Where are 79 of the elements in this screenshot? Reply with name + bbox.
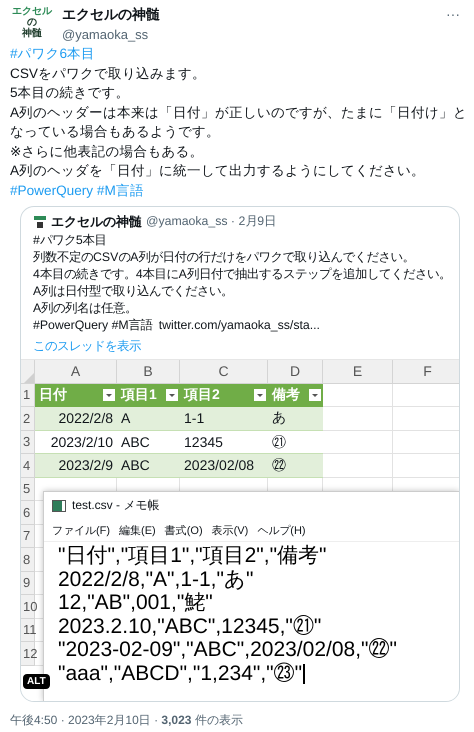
row-header[interactable]: 5 xyxy=(21,478,35,501)
text-line: "2023-02-09","ABC",2023/02/08,"㉒" xyxy=(58,638,397,662)
avatar-icon xyxy=(33,214,47,228)
filter-dropdown-icon[interactable] xyxy=(309,389,321,402)
column-header[interactable]: E xyxy=(323,360,393,384)
filter-dropdown-icon[interactable] xyxy=(103,389,115,402)
alt-badge[interactable]: ALT xyxy=(23,674,50,689)
quoted-text: #パワク5本目 xyxy=(33,233,107,247)
row-header[interactable]: 3 xyxy=(21,430,35,454)
row-header[interactable]: 9 xyxy=(21,572,35,595)
column-header[interactable]: F xyxy=(393,360,459,384)
menu-item[interactable]: 書式(O) xyxy=(164,522,203,538)
row-header[interactable]: 1 xyxy=(21,384,35,407)
quoted-tweet-card[interactable] xyxy=(20,206,460,702)
row-header[interactable]: 10 xyxy=(21,595,35,618)
row-header[interactable]: 11 xyxy=(21,618,35,642)
menu-item[interactable]: 表示(V) xyxy=(212,522,248,538)
tweet-text: 5本目の続きです。 xyxy=(10,85,130,100)
sheet-cell xyxy=(323,430,393,454)
column-header[interactable]: A xyxy=(35,360,117,384)
tweet-meta: 午後4:50 · 2023年2月10日 · 3,023 件の表示 xyxy=(10,713,243,727)
table-cell: ABC xyxy=(117,454,180,478)
quoted-text: 4本目の続きです。4本目にA列日付で抽出するステップを追加してください。 xyxy=(33,267,451,281)
text-line: 12,"AB",001,"鮱" xyxy=(58,591,213,615)
row-header[interactable]: 2 xyxy=(21,407,35,430)
table-cell: ㉑ xyxy=(268,430,323,454)
quoted-text: A列は日付型で取り込んでください。 xyxy=(33,284,234,298)
link[interactable]: twitter.com/yamaoka_ss/sta... xyxy=(158,318,320,332)
author-name[interactable]: エクセルの神髄 xyxy=(62,6,160,24)
author-handle: @yamaoka_ss · 2月9日 xyxy=(146,213,276,230)
tweet-text: A列のヘッダーは本来は「日付」が正しいのですが、たまに「日付け」と xyxy=(10,104,468,120)
more-button[interactable]: ··· xyxy=(446,6,460,22)
table-cell: 12345 xyxy=(180,430,268,454)
tweet-text: CSVをパワクで取り込みます。 xyxy=(10,66,206,80)
menu-item[interactable]: ヘルプ(H) xyxy=(257,522,306,538)
table-cell: ABC xyxy=(117,430,180,454)
table-header-cell: 備考 xyxy=(268,384,323,407)
table-header-cell: 項目2 xyxy=(180,384,268,407)
avatar-logo[interactable]: エクセル の 神髄 xyxy=(10,6,54,39)
author-handle: @yamaoka_ss xyxy=(62,27,150,42)
menu-item[interactable]: ファイル(F) xyxy=(52,522,110,538)
row-header[interactable]: 8 xyxy=(21,548,35,572)
row-header[interactable]: 12 xyxy=(21,642,35,666)
text-line: 2022/2/8,"A",1-1,"あ" xyxy=(58,568,254,592)
table-cell: 2022/2/8 xyxy=(35,407,117,430)
hashtags[interactable]: #PowerQuery #M言語 xyxy=(33,318,153,332)
text-line: "日付","項目1","項目2","備考" xyxy=(58,544,326,568)
tweet-text: ※さらに他表記の場合もある。 xyxy=(10,144,204,158)
sheet-cell xyxy=(323,454,393,478)
filter-dropdown-icon[interactable] xyxy=(166,389,178,402)
text-cursor xyxy=(303,664,306,684)
author-name[interactable]: エクセルの神髄 xyxy=(51,213,142,230)
row-header[interactable]: 6 xyxy=(21,501,35,524)
table-cell: 1-1 xyxy=(180,407,268,430)
text-line: "aaa","ABCD","1,234","㉓" xyxy=(58,662,302,686)
tweet-text: なっている場合もあるようです。 xyxy=(10,124,220,139)
sheet-cell xyxy=(323,384,393,407)
notepad-icon xyxy=(52,500,66,512)
quoted-text: A列の列名は任意。 xyxy=(33,301,138,315)
tweet-text: A列のヘッダを「日付」に統一して出力するようにしてください。 xyxy=(10,163,426,178)
filter-dropdown-icon[interactable] xyxy=(254,389,266,402)
sheet-cell xyxy=(323,407,393,430)
table-cell: 2023/02/08 xyxy=(180,454,268,478)
column-header[interactable]: C xyxy=(180,360,268,384)
menu-item[interactable]: 編集(E) xyxy=(119,522,156,538)
table-cell: ㉒ xyxy=(268,454,323,478)
column-header[interactable]: B xyxy=(117,360,180,384)
quoted-text: 列数不定のCSVのA列が日付の行だけをパワクで取り込んでください。 xyxy=(33,250,414,264)
row-header[interactable]: 7 xyxy=(21,524,35,548)
table-cell: 2023/2/9 xyxy=(35,454,117,478)
table-cell: 2023/2/10 xyxy=(35,430,117,454)
table-cell: あ xyxy=(268,407,323,430)
text-line: 2023.2.10,"ABC",12345,"㉑" xyxy=(58,614,322,638)
window-title: test.csv - メモ帳 xyxy=(72,497,160,514)
row-header[interactable]: 4 xyxy=(21,454,35,478)
table-header-cell: 項目1 xyxy=(117,384,180,407)
table-cell: A xyxy=(117,407,180,430)
table-header-cell: 日付 xyxy=(35,384,117,407)
column-header[interactable]: D xyxy=(268,360,323,384)
